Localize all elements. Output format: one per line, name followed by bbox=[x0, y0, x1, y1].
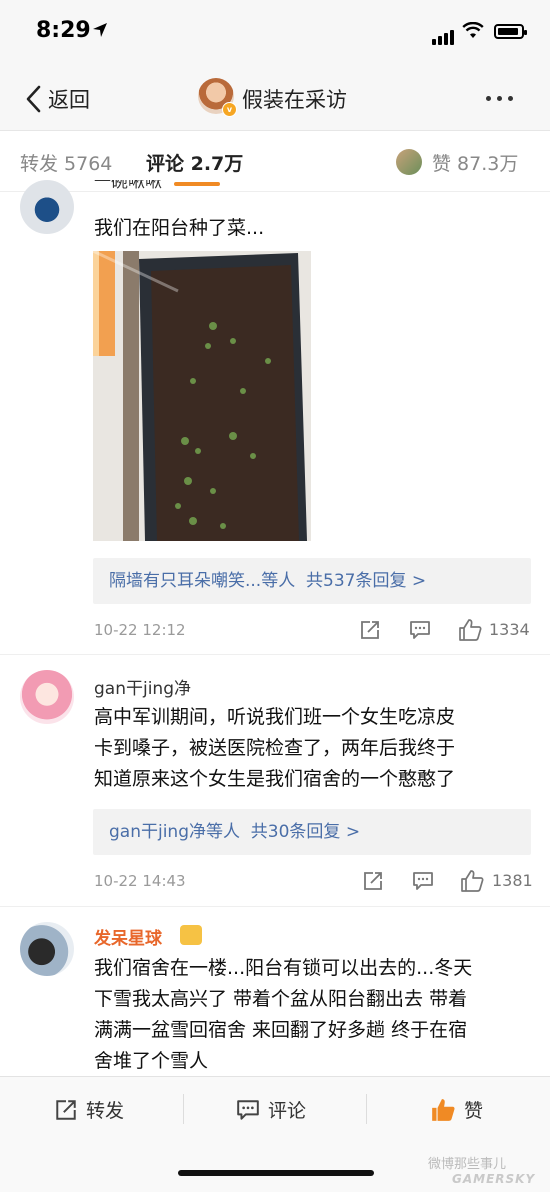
tab-comment[interactable]: 评论 2.7万 bbox=[146, 149, 243, 176]
home-indicator[interactable] bbox=[178, 1170, 374, 1176]
chevron-left-icon bbox=[26, 85, 41, 113]
more-dot-icon bbox=[486, 96, 491, 101]
more-dot-icon bbox=[508, 96, 513, 101]
vip-badge-icon bbox=[180, 925, 202, 945]
share-icon bbox=[56, 1099, 76, 1120]
repost-button[interactable]: 转发 bbox=[54, 1096, 124, 1123]
verified-badge: v bbox=[222, 102, 237, 117]
comment-text: 高中军训期间，听说我们班一个女生吃凉皮 卡到嗓子，被送医院检查了，两年后我终于 … bbox=[94, 702, 534, 795]
comment-icon bbox=[237, 1099, 259, 1120]
comment-username[interactable]: 一碗啾啾 bbox=[94, 180, 162, 194]
status-time: 8:29 bbox=[36, 18, 91, 43]
comment-text: 我们宿舍在一楼...阳台有锁可以出去的...冬天 下雪我太高兴了 带着个盆从阳台… bbox=[94, 953, 539, 1077]
thumbs-up-filled-icon bbox=[432, 1098, 455, 1121]
like-button[interactable]: 赞 bbox=[430, 1096, 483, 1123]
comment-text-line: 下雪我太高兴了 带着个盆从阳台翻出去 带着 bbox=[94, 988, 468, 1010]
replies-preview[interactable]: gan干jing净等人 共30条回复 > bbox=[93, 809, 531, 855]
comment-text-line: 知道原来这个女生是我们宿舍的一个憨憨了 bbox=[94, 768, 456, 790]
like-label: 赞 bbox=[464, 1100, 484, 1122]
cellular-signal-icon bbox=[432, 26, 456, 45]
avatar[interactable] bbox=[20, 670, 74, 724]
back-button[interactable]: 返回 bbox=[24, 82, 90, 116]
avatar[interactable] bbox=[20, 180, 74, 234]
divider bbox=[0, 906, 550, 907]
comment-date: 10-22 12:12 bbox=[94, 621, 186, 639]
repost-label: 转发 bbox=[86, 1100, 125, 1122]
avatar[interactable] bbox=[20, 922, 74, 976]
battery-icon bbox=[494, 24, 527, 39]
more-dot-icon bbox=[497, 96, 502, 101]
active-tab-indicator bbox=[174, 182, 220, 186]
page-title[interactable]: 假装在采访 bbox=[242, 84, 347, 114]
back-label: 返回 bbox=[48, 88, 90, 112]
thumbs-up-icon[interactable] bbox=[460, 869, 484, 893]
comment-text-line: 卡到嗓子，被送医院检查了，两年后我终于 bbox=[94, 737, 456, 759]
share-icon[interactable] bbox=[359, 619, 381, 641]
replies-preview[interactable]: 隔墙有只耳朵嘲笑...等人 共537条回复 > bbox=[93, 558, 531, 604]
comment-username[interactable]: 发呆星球 bbox=[94, 924, 162, 949]
comment-date: 10-22 14:43 bbox=[94, 872, 186, 890]
wifi-icon bbox=[462, 22, 484, 38]
comment-button[interactable]: 评论 bbox=[236, 1096, 306, 1123]
replies-preview-text: 隔墙有只耳朵嘲笑...等人 共537条回复 > bbox=[109, 571, 427, 591]
watermark-text: 微博那些事儿 bbox=[428, 1157, 507, 1172]
comment-label: 评论 bbox=[268, 1100, 307, 1122]
more-options-button[interactable] bbox=[486, 96, 513, 101]
comment-text: 我们在阳台种了菜... bbox=[94, 217, 265, 239]
watermark-logo: GAMERSKY bbox=[452, 1172, 536, 1186]
comment-photo[interactable] bbox=[93, 251, 311, 541]
divider bbox=[183, 1094, 184, 1124]
divider bbox=[0, 654, 550, 655]
replies-preview-text: gan干jing净等人 共30条回复 > bbox=[109, 822, 361, 842]
planter-photo bbox=[93, 251, 311, 541]
comment-text-line: 舍堆了个雪人 bbox=[94, 1050, 209, 1072]
tab-repost[interactable]: 转发 5764 bbox=[20, 149, 112, 176]
comment-username[interactable]: gan干jing净 bbox=[94, 674, 191, 699]
comment-text-line: 高中军训期间，听说我们班一个女生吃凉皮 bbox=[94, 706, 456, 728]
share-icon[interactable] bbox=[362, 870, 384, 892]
like-count: 1334 bbox=[489, 620, 530, 639]
comment-text-line: 满满一盆雪回宿舍 来回翻了好多趟 终于在宿 bbox=[94, 1019, 468, 1041]
tab-likes[interactable]: 赞 87.3万 bbox=[432, 149, 518, 176]
thumbs-up-icon[interactable] bbox=[458, 618, 482, 642]
comment-text-line: 我们宿舍在一楼...阳台有锁可以出去的...冬天 bbox=[94, 957, 473, 979]
comment-icon[interactable] bbox=[412, 870, 434, 892]
comment-icon[interactable] bbox=[409, 619, 431, 641]
location-arrow-icon bbox=[93, 23, 107, 37]
liker-avatar bbox=[396, 149, 422, 175]
like-count: 1381 bbox=[492, 871, 533, 890]
divider bbox=[366, 1094, 367, 1124]
